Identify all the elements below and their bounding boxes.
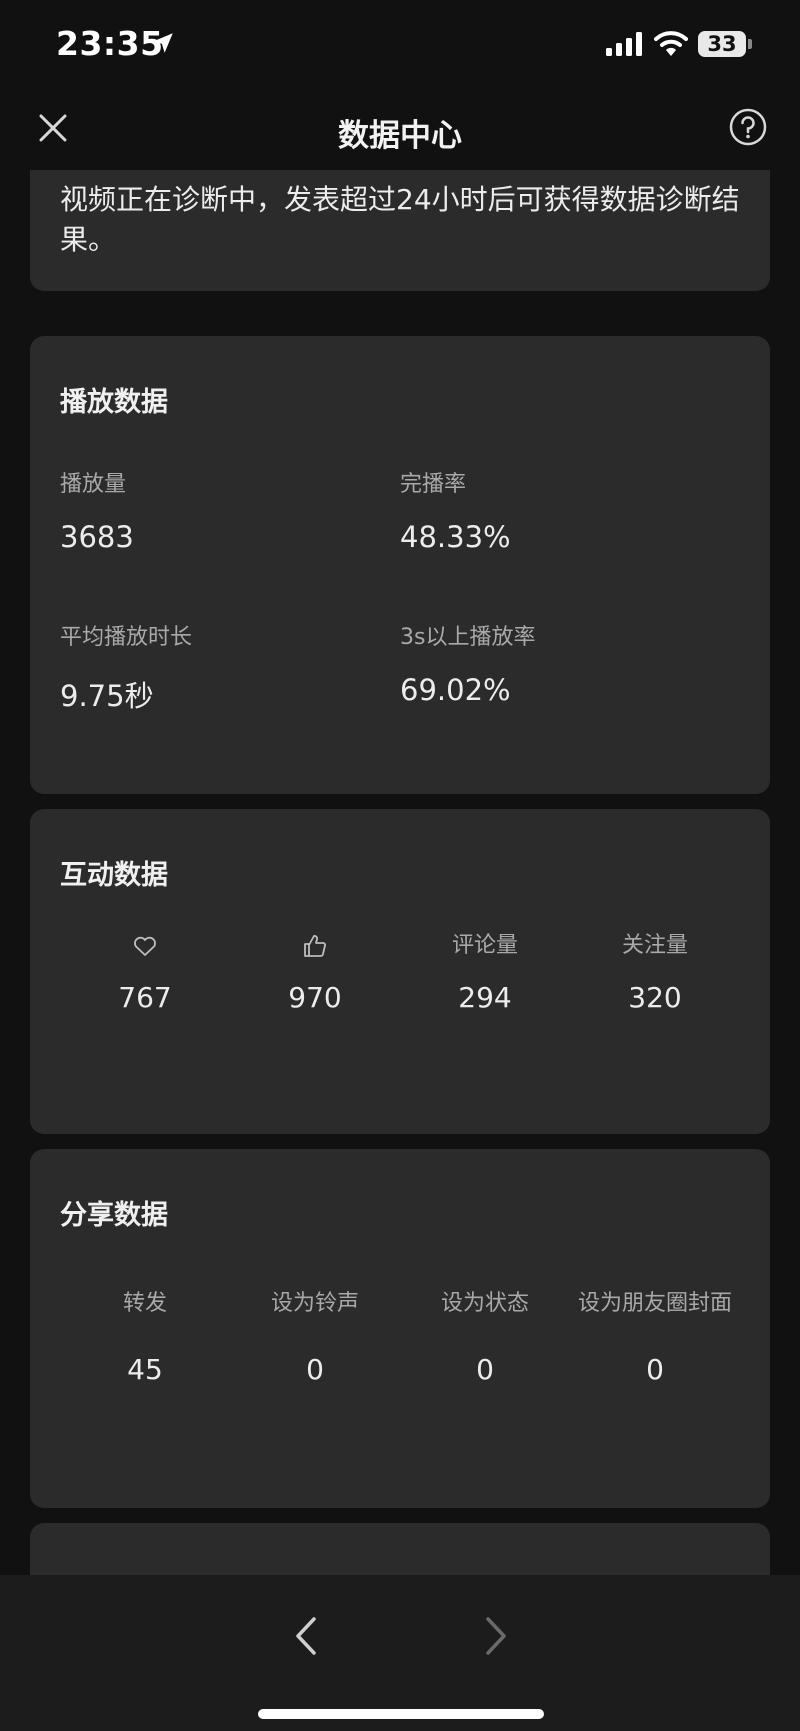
battery-indicator: 33 [698, 31, 746, 57]
interaction-data-title: 互动数据 [60, 860, 168, 891]
play-over3s: 3s以上播放率 69.02% [400, 619, 535, 707]
forward-chevron-icon[interactable] [478, 1615, 514, 1657]
interaction-data-card: 互动数据 767 970 评论量 294 关注量 320 [30, 809, 770, 1134]
back-chevron-icon[interactable] [288, 1615, 324, 1657]
play-data-title: 播放数据 [60, 387, 168, 418]
play-completion-label: 完播率 [400, 472, 467, 497]
share-ringtone: 设为铃声 0 [230, 1289, 400, 1386]
play-completion: 完播率 48.33% [400, 466, 511, 554]
play-views-value: 3683 [60, 520, 134, 554]
status-time: 23:35 [56, 24, 164, 63]
play-views: 播放量 3683 [60, 466, 134, 554]
interaction-favorites: 767 [60, 931, 230, 1014]
share-data-title: 分享数据 [60, 1200, 168, 1231]
forward-value: 45 [127, 1353, 163, 1386]
content-scroll[interactable]: 视频正在诊断中，发表超过24小时后可获得数据诊断结果。 播放数据 播放量 368… [0, 170, 800, 1575]
follows-label: 关注量 [621, 933, 688, 958]
nav-bar: 数据中心 [0, 90, 800, 170]
interaction-comments: 评论量 294 [400, 931, 570, 1014]
forward-label: 转发 [122, 1291, 167, 1316]
help-icon[interactable] [729, 108, 767, 146]
thumbs-up-icon [230, 931, 400, 961]
favorites-value: 767 [118, 981, 172, 1014]
interaction-likes: 970 [230, 931, 400, 1014]
play-views-label: 播放量 [60, 472, 127, 497]
moments-cover-value: 0 [646, 1353, 664, 1386]
play-data-card: 播放数据 播放量 3683 完播率 48.33% 平均播放时长 9.75秒 3s… [30, 336, 770, 794]
play-avg-duration: 平均播放时长 9.75秒 [60, 619, 192, 715]
comments-label: 评论量 [451, 933, 518, 958]
comments-value: 294 [458, 981, 512, 1014]
share-forward: 转发 45 [60, 1289, 230, 1386]
follows-value: 320 [628, 981, 682, 1014]
ringtone-label: 设为铃声 [270, 1291, 359, 1316]
play-over3s-value: 69.02% [400, 673, 511, 707]
diagnosis-card: 视频正在诊断中，发表超过24小时后可获得数据诊断结果。 [30, 170, 770, 291]
status-value: 0 [476, 1353, 494, 1386]
home-indicator [258, 1709, 544, 1719]
status-label: 设为状态 [440, 1291, 529, 1316]
next-card-partial [30, 1523, 770, 1575]
share-moments-cover: 设为朋友圈封面 0 [570, 1289, 740, 1386]
cellular-signal-icon [606, 32, 642, 56]
bottom-toolbar [0, 1575, 800, 1731]
diagnosis-text: 视频正在诊断中，发表超过24小时后可获得数据诊断结果。 [60, 183, 740, 256]
location-arrow-icon [153, 33, 173, 53]
heart-icon [60, 931, 230, 961]
share-data-card: 分享数据 转发 45 设为铃声 0 设为状态 0 设为朋友圈封面 0 [30, 1149, 770, 1508]
likes-value: 970 [288, 981, 342, 1014]
play-avg-duration-label: 平均播放时长 [60, 625, 193, 650]
play-avg-duration-value: 9.75秒 [60, 679, 154, 713]
wifi-icon [654, 31, 688, 56]
play-completion-value: 48.33% [400, 520, 511, 554]
status-bar: 23:35 33 [0, 0, 800, 90]
ringtone-value: 0 [306, 1353, 324, 1386]
share-status: 设为状态 0 [400, 1289, 570, 1386]
play-over3s-label: 3s以上播放率 [400, 625, 536, 650]
battery-tip [748, 39, 752, 49]
interaction-follows: 关注量 320 [570, 931, 740, 1014]
moments-cover-label: 设为朋友圈封面 [577, 1291, 732, 1316]
page-title: 数据中心 [338, 118, 462, 154]
